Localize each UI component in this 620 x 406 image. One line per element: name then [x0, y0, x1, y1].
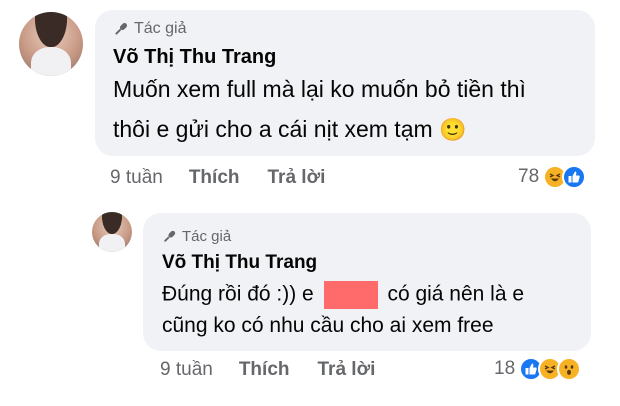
reply-button[interactable]: Trả lời: [268, 167, 326, 189]
comment-timestamp[interactable]: 9 tuần: [160, 359, 213, 381]
author-tag: Tác giả: [162, 228, 231, 245]
reaction-summary[interactable]: 18: [494, 357, 582, 381]
redaction-box: [323, 281, 378, 309]
comment-timestamp[interactable]: 9 tuần: [110, 167, 163, 189]
reaction-count: 18: [494, 358, 516, 379]
comment-text-segment: có giá nên là e: [387, 282, 525, 306]
author-name[interactable]: Võ Thị Thu Trang: [113, 46, 276, 69]
microphone-icon: [115, 22, 128, 35]
comment-actions: 9 tuần Thích Trả lời: [160, 359, 375, 381]
microphone-icon: [164, 230, 176, 242]
comment-actions: 9 tuần Thích Trả lời: [110, 167, 325, 189]
comment-text-line: Đúng rồi đó :)) e có giá nên là e: [162, 281, 524, 309]
like-button[interactable]: Thích: [189, 167, 240, 189]
reaction-count: 78: [518, 166, 540, 187]
comment-text-line: thôi e gửi cho a cái nịt xem tạm 🙂: [113, 116, 466, 143]
wow-reaction-icon: [557, 357, 582, 381]
like-reaction-icon: [562, 165, 587, 189]
author-avatar[interactable]: [19, 12, 83, 76]
author-tag-label: Tác giả: [134, 20, 187, 37]
comment-text-segment: Đúng rồi đó :)) e: [162, 282, 314, 306]
comment-text-line: Muốn xem full mà lại ko muốn bỏ tiền thì: [113, 76, 526, 102]
reply-button[interactable]: Trả lời: [318, 359, 376, 381]
reaction-summary[interactable]: 78: [518, 165, 587, 189]
avatar-body: [99, 234, 125, 252]
author-name[interactable]: Võ Thị Thu Trang: [162, 252, 317, 274]
author-tag: Tác giả: [113, 20, 186, 38]
slightly-smiling-emoji: 🙂: [439, 117, 467, 142]
author-tag-label: Tác giả: [182, 228, 232, 245]
like-button[interactable]: Thích: [239, 359, 290, 381]
author-avatar[interactable]: [92, 212, 132, 252]
avatar-body: [30, 47, 72, 76]
comment-text-line: cũng ko có nhu cầu cho ai xem free: [162, 314, 494, 337]
comment-text-segment: thôi e gửi cho a cái nịt xem tạm: [113, 116, 433, 142]
